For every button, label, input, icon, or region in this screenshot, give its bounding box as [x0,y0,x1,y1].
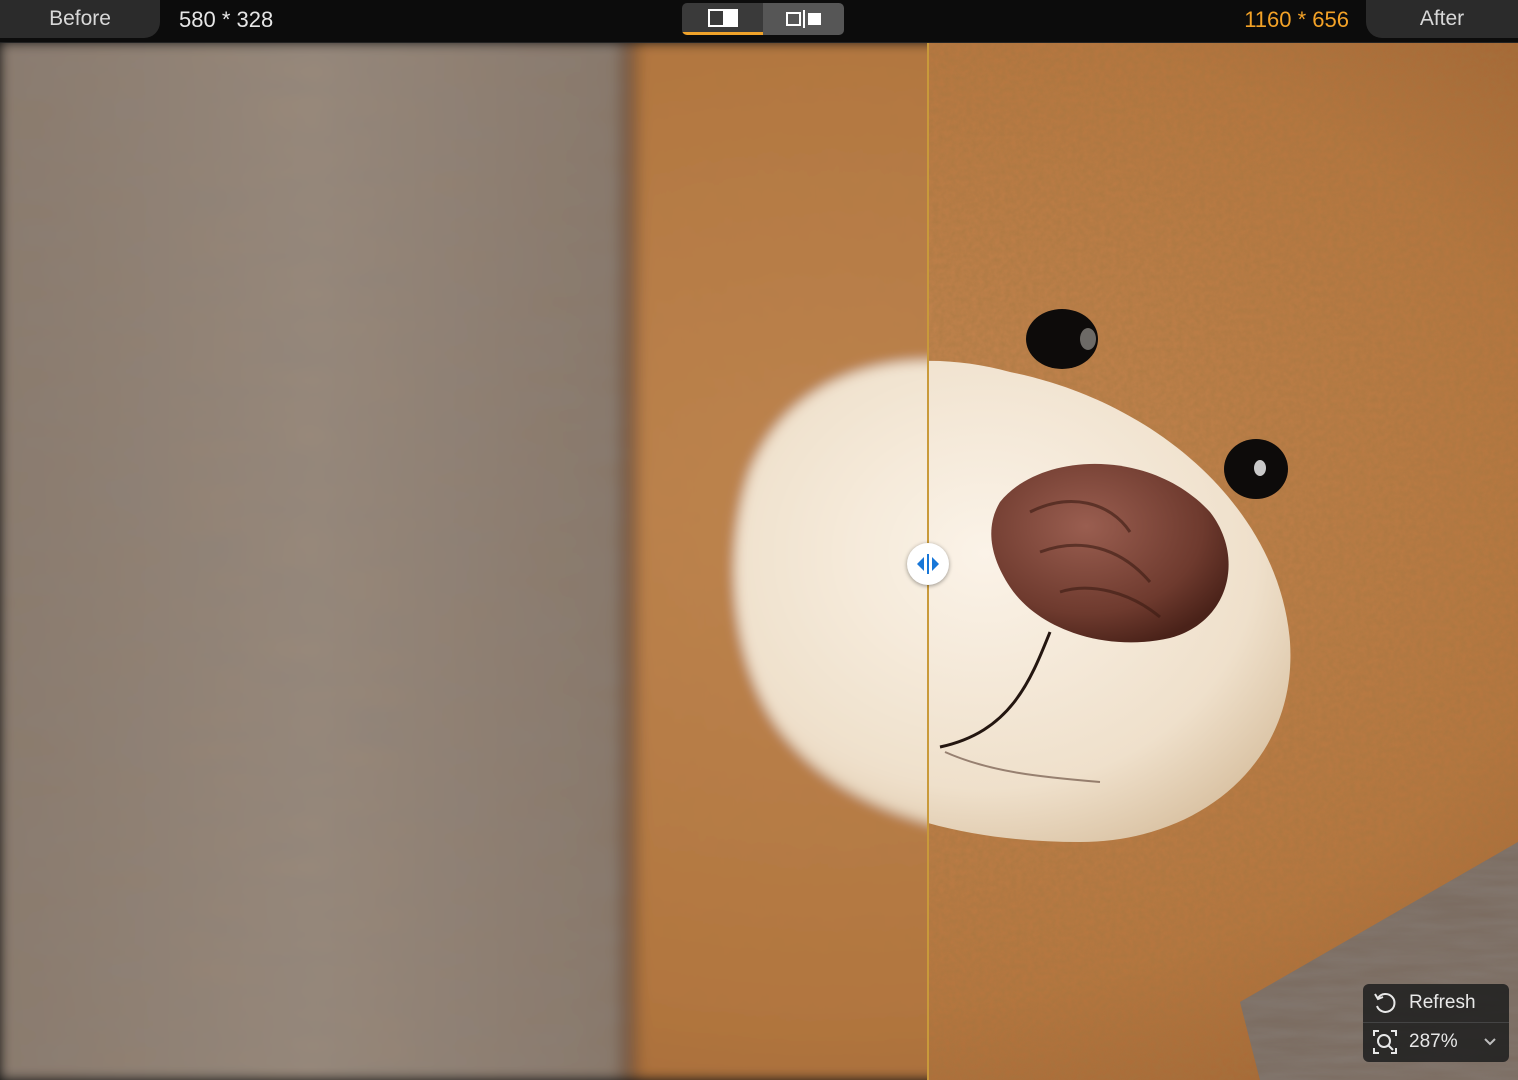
refresh-button[interactable]: Refresh [1363,984,1509,1023]
refresh-icon [1374,993,1396,1013]
zoom-icon [1373,1030,1397,1054]
zoom-control-panel: Refresh 287% [1363,984,1509,1062]
comparison-canvas[interactable] [0,42,1518,1080]
after-dimensions: 1160 * 656 [1244,7,1349,32]
zoom-level: 287% [1409,1031,1458,1052]
teddy-bear-image [0,42,1518,1080]
split-view-button[interactable] [682,3,763,35]
split-view-icon [707,8,738,27]
zoom-dropdown[interactable]: 287% [1363,1023,1509,1061]
chevron-down-icon [1484,1038,1496,1046]
split-handle-icon [917,554,939,574]
refresh-label: Refresh [1409,992,1476,1013]
side-by-side-icon [785,10,821,28]
before-dimensions: 580 * 328 [179,7,274,32]
side-by-side-view-button[interactable] [763,3,844,35]
image-compare-app: Before 580 * 328 1160 * 656 After Refres… [0,0,1518,1080]
split-handle[interactable] [907,543,949,585]
top-toolbar: Before 580 * 328 1160 * 656 After [0,0,1518,43]
view-mode-toggle [682,3,844,35]
before-label: Before [0,0,160,38]
after-label: After [1366,0,1518,38]
